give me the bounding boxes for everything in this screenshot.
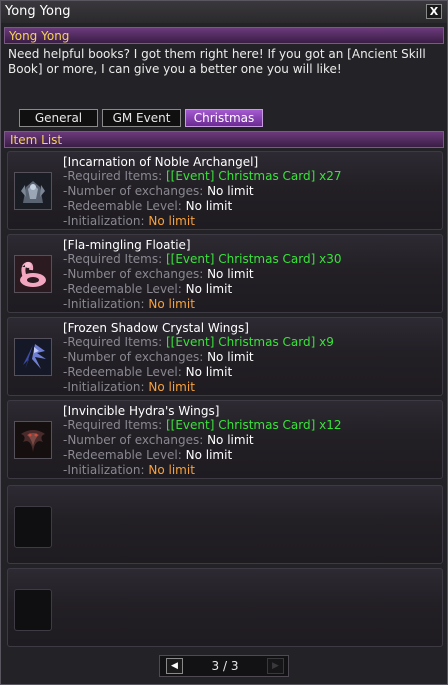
close-button[interactable]: X: [426, 4, 442, 19]
required-items-label: -Required Items:: [63, 252, 166, 266]
exchanges-row: -Number of exchanges: No limit: [63, 433, 254, 447]
level-label: -Redeemable Level:: [63, 448, 186, 462]
initialization-row: -Initialization: No limit: [63, 297, 195, 311]
flamingo-floatie-icon: [14, 255, 52, 293]
level-value: No limit: [185, 448, 233, 462]
prev-page-button[interactable]: ◀: [166, 658, 183, 674]
exchange-window: Yong Yong X Yong Yong Need helpful books…: [0, 0, 448, 685]
level-row: -Redeemable Level: No limit: [63, 365, 232, 379]
level-row: -Redeemable Level: No limit: [63, 448, 232, 462]
npc-name: Yong Yong: [9, 29, 70, 43]
exchanges-value: No limit: [207, 267, 254, 281]
tab-gm-event[interactable]: GM Event: [102, 109, 181, 127]
tab-general[interactable]: General: [19, 109, 98, 127]
required-items-row: -Required Items: [[Event] Christmas Card…: [63, 252, 341, 266]
initialization-row: -Initialization: No limit: [63, 463, 195, 477]
level-value: No limit: [185, 365, 233, 379]
level-label: -Redeemable Level:: [63, 199, 186, 213]
empty-item-slot: [7, 485, 443, 564]
list-item[interactable]: [Fla-mingling Floatie] -Required Items: …: [7, 234, 443, 313]
required-items-label: -Required Items:: [63, 418, 166, 432]
exchanges-label: -Number of exchanges:: [63, 433, 208, 447]
initialization-label: -Initialization:: [63, 297, 149, 311]
initialization-label: -Initialization:: [63, 463, 149, 477]
exchanges-value: No limit: [207, 184, 254, 198]
page-indicator: 3 / 3: [211, 659, 239, 673]
item-list-header: Item List: [4, 131, 444, 148]
required-items-value: [[Event] Christmas Card] x9: [165, 335, 334, 349]
exchanges-row: -Number of exchanges: No limit: [63, 267, 254, 281]
required-items-row: -Required Items: [[Event] Christmas Card…: [63, 418, 341, 432]
npc-dialog-text: Need helpful books? I got them right her…: [8, 47, 426, 76]
list-item[interactable]: [Invincible Hydra's Wings] -Required Ite…: [7, 400, 443, 479]
initialization-label: -Initialization:: [63, 214, 149, 228]
initialization-value: No limit: [148, 463, 195, 477]
level-row: -Redeemable Level: No limit: [63, 282, 232, 296]
level-label: -Redeemable Level:: [63, 365, 186, 379]
armor-icon: [14, 172, 52, 210]
required-items-value: [[Event] Christmas Card] x27: [165, 169, 342, 183]
exchanges-label: -Number of exchanges:: [63, 350, 208, 364]
list-item[interactable]: [Incarnation of Noble Archangel] -Requir…: [7, 151, 443, 230]
tab-christmas[interactable]: Christmas: [185, 109, 263, 127]
required-items-row: -Required Items: [[Event] Christmas Card…: [63, 169, 341, 183]
required-items-row: -Required Items: [[Event] Christmas Card…: [63, 335, 334, 349]
initialization-row: -Initialization: No limit: [63, 380, 195, 394]
item-name: [Incarnation of Noble Archangel]: [63, 155, 259, 169]
crystal-wings-icon: [14, 338, 52, 376]
pagination: ◀ 3 / 3 ▶: [159, 655, 289, 677]
required-items-label: -Required Items:: [63, 169, 166, 183]
exchanges-row: -Number of exchanges: No limit: [63, 350, 254, 364]
level-label: -Redeemable Level:: [63, 282, 186, 296]
next-page-button[interactable]: ▶: [267, 658, 284, 674]
item-name: [Frozen Shadow Crystal Wings]: [63, 321, 249, 335]
item-list-label: Item List: [10, 133, 63, 147]
empty-item-icon-slot: [14, 506, 52, 548]
required-items-value: [[Event] Christmas Card] x12: [165, 418, 342, 432]
exchanges-row: -Number of exchanges: No limit: [63, 184, 254, 198]
level-value: No limit: [185, 199, 233, 213]
hydra-wings-icon: [14, 421, 52, 459]
exchanges-value: No limit: [207, 433, 254, 447]
npc-name-bar: Yong Yong: [4, 27, 444, 44]
empty-item-slot: [7, 568, 443, 647]
item-name: [Fla-mingling Floatie]: [63, 238, 191, 252]
exchanges-label: -Number of exchanges:: [63, 267, 208, 281]
initialization-row: -Initialization: No limit: [63, 214, 195, 228]
initialization-value: No limit: [148, 297, 195, 311]
required-items-label: -Required Items:: [63, 335, 166, 349]
initialization-value: No limit: [148, 380, 195, 394]
window-title: Yong Yong: [5, 4, 71, 19]
item-name: [Invincible Hydra's Wings]: [63, 404, 220, 418]
exchanges-value: No limit: [207, 350, 254, 364]
initialization-value: No limit: [148, 214, 195, 228]
level-value: No limit: [185, 282, 233, 296]
exchanges-label: -Number of exchanges:: [63, 184, 208, 198]
empty-item-icon-slot: [14, 589, 52, 631]
list-item[interactable]: [Frozen Shadow Crystal Wings] -Required …: [7, 317, 443, 396]
title-bar[interactable]: Yong Yong X: [1, 1, 447, 23]
initialization-label: -Initialization:: [63, 380, 149, 394]
required-items-value: [[Event] Christmas Card] x30: [165, 252, 342, 266]
level-row: -Redeemable Level: No limit: [63, 199, 232, 213]
